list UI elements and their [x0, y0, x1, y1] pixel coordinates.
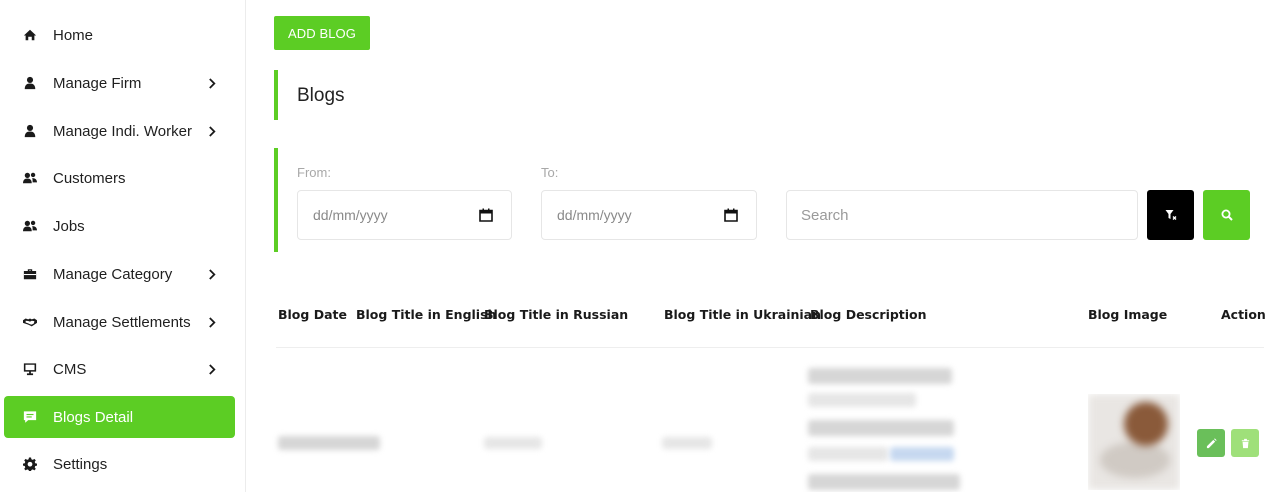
chevron-right-icon	[207, 363, 217, 375]
blurred-description-line	[808, 368, 952, 384]
sidebar-item-manage-indi-worker[interactable]: Manage Indi. Worker	[4, 110, 235, 152]
gear-icon	[23, 457, 37, 471]
sidebar-item-cms[interactable]: CMS	[4, 348, 235, 390]
sidebar-item-blogs-detail[interactable]: Blogs Detail	[4, 396, 235, 438]
edit-button[interactable]	[1197, 429, 1225, 457]
column-header-description: Blog Description	[810, 307, 927, 322]
sidebar-item-label: Manage Settlements	[53, 313, 191, 331]
chevron-right-icon	[207, 125, 217, 137]
chevron-right-icon	[207, 316, 217, 328]
sidebar-item-home[interactable]: Home	[4, 14, 235, 56]
trash-icon	[1241, 438, 1249, 448]
filter-clear-icon	[1165, 210, 1176, 220]
column-header-image: Blog Image	[1088, 307, 1168, 322]
sidebar-item-label: Settings	[53, 455, 108, 473]
chevron-right-icon	[207, 268, 217, 280]
clear-filter-button[interactable]	[1147, 190, 1194, 240]
column-header-title-english: Blog Title in English	[356, 307, 497, 322]
column-header-title-russian: Blog Title in Russian	[484, 307, 629, 322]
sidebar-item-label: CMS	[53, 360, 87, 378]
calendar-icon[interactable]	[724, 208, 738, 222]
sidebar-item-label: Manage Category	[53, 265, 173, 283]
calendar-icon[interactable]	[479, 208, 493, 222]
blurred-date	[278, 436, 380, 450]
sidebar-item-settings[interactable]: Settings	[4, 443, 235, 485]
blurred-description-line	[808, 474, 960, 490]
table-header-divider	[276, 347, 1264, 348]
search-input[interactable]	[786, 190, 1138, 240]
sidebar-item-jobs[interactable]: Jobs	[4, 205, 235, 247]
blurred-title-russian	[484, 437, 542, 449]
home-icon	[23, 28, 37, 42]
from-label: From:	[297, 165, 331, 180]
pencil-icon	[1206, 437, 1217, 448]
sidebar-item-customers[interactable]: Customers	[4, 157, 235, 199]
user-icon	[23, 76, 37, 90]
blurred-description-line	[808, 393, 916, 407]
handshake-icon	[23, 315, 37, 329]
delete-button[interactable]	[1231, 429, 1259, 457]
sidebar-item-label: Blogs Detail	[53, 408, 134, 426]
blurred-title-ukrainian	[662, 437, 712, 449]
sidebar-item-manage-firm[interactable]: Manage Firm	[4, 62, 235, 104]
chevron-right-icon	[207, 77, 217, 89]
column-header-title-ukrainian: Blog Title in Ukrainian	[664, 307, 822, 322]
sidebar-item-manage-settlements[interactable]: Manage Settlements	[4, 301, 235, 343]
sidebar-item-manage-category[interactable]: Manage Category	[4, 253, 235, 295]
to-date-input[interactable]: dd/mm/yyyy	[541, 190, 757, 240]
blurred-description-line	[808, 420, 954, 436]
filter-accent-bar	[274, 148, 278, 252]
blurred-description-line	[808, 447, 888, 461]
column-header-action: Action	[1221, 307, 1266, 322]
briefcase-icon	[23, 267, 37, 281]
from-date-placeholder: dd/mm/yyyy	[313, 207, 388, 223]
sidebar-item-label: Manage Indi. Worker	[53, 122, 192, 140]
sidebar-item-label: Home	[53, 26, 94, 44]
blog-image-thumbnail	[1088, 394, 1180, 490]
comment-icon	[23, 410, 37, 424]
search-button[interactable]	[1203, 190, 1250, 240]
sidebar: Home Manage Firm Manage Indi. Worker Cus…	[0, 0, 246, 492]
search-icon	[1221, 209, 1233, 221]
users-icon	[23, 171, 37, 185]
sidebar-item-label: Jobs	[53, 217, 85, 235]
user-icon	[23, 124, 37, 138]
from-date-input[interactable]: dd/mm/yyyy	[297, 190, 512, 240]
users-icon	[23, 219, 37, 233]
to-date-placeholder: dd/mm/yyyy	[557, 207, 632, 223]
sidebar-item-label: Manage Firm	[53, 74, 142, 92]
title-accent-bar	[274, 70, 278, 120]
column-header-blog-date: Blog Date	[278, 307, 347, 322]
sidebar-item-label: Customers	[53, 169, 126, 187]
page-title: Blogs	[297, 85, 345, 106]
add-blog-button[interactable]: ADD BLOG	[274, 16, 370, 50]
to-label: To:	[541, 165, 559, 180]
blurred-description-link[interactable]	[890, 447, 954, 461]
desktop-icon	[23, 362, 37, 376]
